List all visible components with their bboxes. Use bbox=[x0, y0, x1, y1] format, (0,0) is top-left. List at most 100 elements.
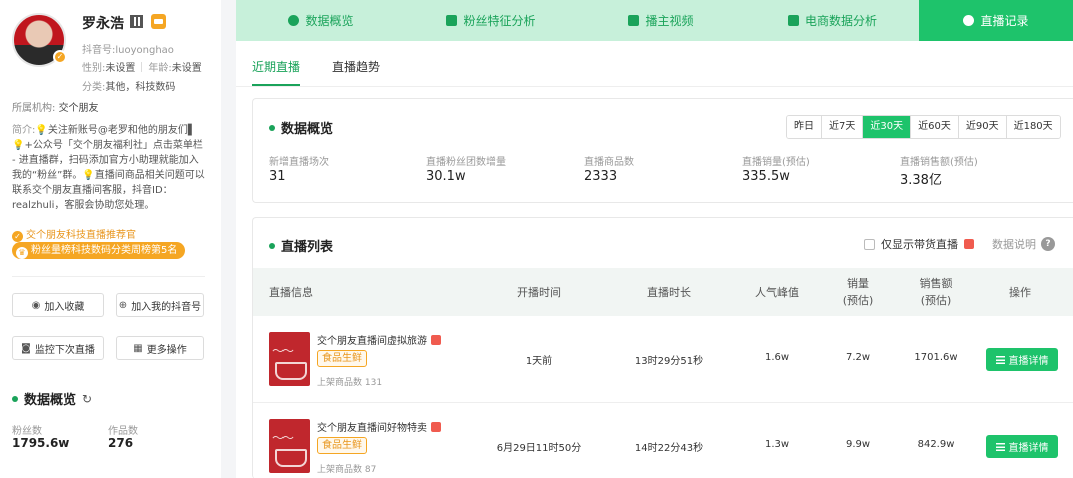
range-yesterday[interactable]: 昨日 bbox=[787, 116, 822, 138]
range-7d[interactable]: 近7天 bbox=[822, 116, 864, 138]
live-detail-button[interactable]: 直播详情 bbox=[986, 348, 1058, 371]
badge-text: 交个朋友科技直播推荐官 bbox=[26, 230, 136, 241]
bar-chart-icon bbox=[787, 15, 799, 26]
crown-icon: ♛ bbox=[16, 247, 28, 259]
age-value: 未设置 bbox=[171, 63, 202, 74]
separator bbox=[141, 62, 143, 72]
profile-sidebar: ✓ 罗永浩 抖音号:luoyonghao 性别:未设置 年龄:未设置 分类:其他，… bbox=[0, 0, 221, 478]
table-row[interactable]: 交个朋友直播间好物特卖 食品生鲜 上架商品数 87 6月29日11时50分 14… bbox=[253, 404, 1073, 478]
stat-label: 直播粉丝团数增量 bbox=[426, 157, 506, 168]
video-icon bbox=[628, 15, 640, 26]
tab-ecommerce[interactable]: 电商数据分析 bbox=[746, 0, 919, 41]
revenue: 842.9w bbox=[917, 439, 955, 450]
side-overview-title-text: 数据概览 bbox=[24, 393, 77, 408]
category-tag: 食品生鲜 bbox=[317, 350, 367, 367]
help-label: 数据说明 bbox=[992, 238, 1036, 251]
data-help-link[interactable]: 数据说明? bbox=[992, 236, 1055, 252]
grid-icon: ▦ bbox=[133, 342, 143, 354]
col-revenue: 销售额 (预估) bbox=[916, 275, 956, 309]
fans-value: 1795.6w bbox=[12, 436, 70, 450]
pie-chart-icon bbox=[288, 15, 300, 26]
live-title-text: 交个朋友直播间虚拟旅游 bbox=[317, 336, 427, 347]
subtab-live-trend[interactable]: 直播趋势 bbox=[332, 58, 380, 80]
sales: 9.9w bbox=[845, 439, 871, 450]
rank-badge[interactable]: ♛ 粉丝量榜科技数码分类周榜第5名 bbox=[12, 242, 186, 259]
tab-label: 数据概览 bbox=[305, 14, 354, 28]
question-icon: ? bbox=[1041, 237, 1055, 251]
goods-tag-icon bbox=[431, 334, 441, 345]
live-list-card: 直播列表 仅显示带货直播 数据说明? 直播信息 开播时间 直播时长 人气峰值 销… bbox=[252, 217, 1073, 478]
col-sales: 销量 (预估) bbox=[838, 275, 878, 309]
org-value[interactable]: 交个朋友 bbox=[59, 103, 99, 114]
tab-fans-analysis[interactable]: 粉丝特征分析 bbox=[406, 0, 576, 41]
col-start: 开播时间 bbox=[517, 286, 561, 299]
col-sales-line2: (预估) bbox=[842, 294, 874, 307]
collect-icon: ◉ bbox=[31, 299, 41, 311]
live-detail-button[interactable]: 直播详情 bbox=[986, 435, 1058, 458]
duration: 14时22分43秒 bbox=[634, 443, 704, 454]
organization: 所属机构: 交个朋友 bbox=[12, 99, 99, 114]
plus-circle-icon: ⊕ bbox=[118, 299, 128, 311]
range-180d[interactable]: 近180天 bbox=[1006, 116, 1060, 138]
qrcode-icon[interactable] bbox=[130, 15, 143, 28]
top-nav: 数据概览 粉丝特征分析 播主视频 电商数据分析 直播记录 bbox=[236, 0, 1073, 41]
subtab-recent-live[interactable]: 近期直播 bbox=[252, 58, 301, 86]
stat-value: 2333 bbox=[584, 169, 618, 184]
monitor-button[interactable]: ◙ 监控下次直播 bbox=[12, 336, 104, 360]
duration: 13时29分51秒 bbox=[634, 356, 704, 367]
detail-label: 直播详情 bbox=[1008, 443, 1049, 454]
filter-label: 仅显示带货直播 bbox=[881, 238, 958, 251]
live-thumbnail[interactable] bbox=[269, 332, 310, 386]
tab-live-records[interactable]: 直播记录 bbox=[919, 0, 1073, 41]
age-label: 年龄: bbox=[148, 63, 172, 74]
live-title[interactable]: 交个朋友直播间好物特卖 bbox=[317, 419, 441, 434]
bullet-dot bbox=[269, 124, 275, 131]
bullet-dot bbox=[269, 242, 275, 249]
range-90d[interactable]: 近90天 bbox=[958, 116, 1007, 138]
table-row[interactable]: 交个朋友直播间虚拟旅游 食品生鲜 上架商品数 131 1天前 13时29分51秒… bbox=[253, 317, 1073, 403]
add-mine-label: 加入我的抖音号 bbox=[131, 301, 202, 313]
monitor-icon: ◙ bbox=[21, 342, 31, 354]
shop-icon[interactable] bbox=[151, 14, 166, 29]
refresh-icon[interactable]: ↻ bbox=[82, 392, 92, 406]
recommend-badge: ✓ 交个朋友科技直播推荐官 bbox=[12, 226, 136, 242]
tab-videos[interactable]: 播主视频 bbox=[576, 0, 746, 41]
side-overview-title: 数据概览 ↻ bbox=[12, 389, 92, 408]
tab-label: 播主视频 bbox=[645, 14, 694, 28]
stat-label: 直播销量(预估) bbox=[742, 157, 810, 168]
bio-text: 💡关注新账号@老罗和他的朋友们▌💡+公众号「交个朋友福利社」点击菜单栏 - 进直… bbox=[12, 125, 205, 211]
goods-only-filter[interactable]: 仅显示带货直播 bbox=[864, 236, 974, 252]
live-thumbnail[interactable] bbox=[269, 419, 310, 473]
add-mine-button[interactable]: ⊕ 加入我的抖音号 bbox=[116, 293, 204, 317]
subtabs: 近期直播 直播趋势 bbox=[252, 58, 380, 86]
tab-data-overview[interactable]: 数据概览 bbox=[236, 0, 406, 41]
works-value: 276 bbox=[108, 436, 134, 450]
check-badge-icon: ✓ bbox=[12, 231, 23, 242]
stat-label: 新增直播场次 bbox=[269, 157, 329, 168]
category-label: 分类: bbox=[82, 82, 106, 93]
stat-label: 直播销售额(预估) bbox=[900, 157, 978, 168]
list-icon bbox=[995, 355, 1005, 364]
collect-button[interactable]: ◉ 加入收藏 bbox=[12, 293, 104, 317]
col-duration: 直播时长 bbox=[647, 286, 691, 299]
avatar[interactable]: ✓ bbox=[12, 13, 67, 67]
category-line: 分类:其他，科技数码 bbox=[82, 78, 175, 93]
gutter bbox=[221, 0, 236, 478]
org-label: 所属机构: bbox=[12, 103, 56, 114]
date-range-selector: 昨日 近7天 近30天 近60天 近90天 近180天 bbox=[786, 115, 1061, 139]
stat-value: 31 bbox=[269, 169, 286, 184]
revenue: 1701.6w bbox=[914, 352, 958, 363]
tab-label: 直播记录 bbox=[980, 14, 1029, 28]
goods-count: 上架商品数 87 bbox=[317, 465, 377, 475]
user-card-icon bbox=[446, 15, 458, 26]
table-header: 直播信息 开播时间 直播时长 人气峰值 销量 (预估) 销售额 (预估) 操作 bbox=[253, 268, 1073, 316]
user-name: 罗永浩 bbox=[82, 16, 124, 32]
douyin-id: 抖音号:luoyonghao bbox=[82, 45, 174, 56]
range-60d[interactable]: 近60天 bbox=[911, 116, 959, 138]
fans-label: 粉丝数 bbox=[12, 426, 42, 437]
more-button[interactable]: ▦ 更多操作 bbox=[116, 336, 204, 360]
goods-only-checkbox[interactable] bbox=[864, 238, 875, 250]
start-time: 6月29日11时50分 bbox=[496, 443, 582, 454]
range-30d[interactable]: 近30天 bbox=[863, 116, 912, 138]
live-title[interactable]: 交个朋友直播间虚拟旅游 bbox=[317, 332, 441, 347]
